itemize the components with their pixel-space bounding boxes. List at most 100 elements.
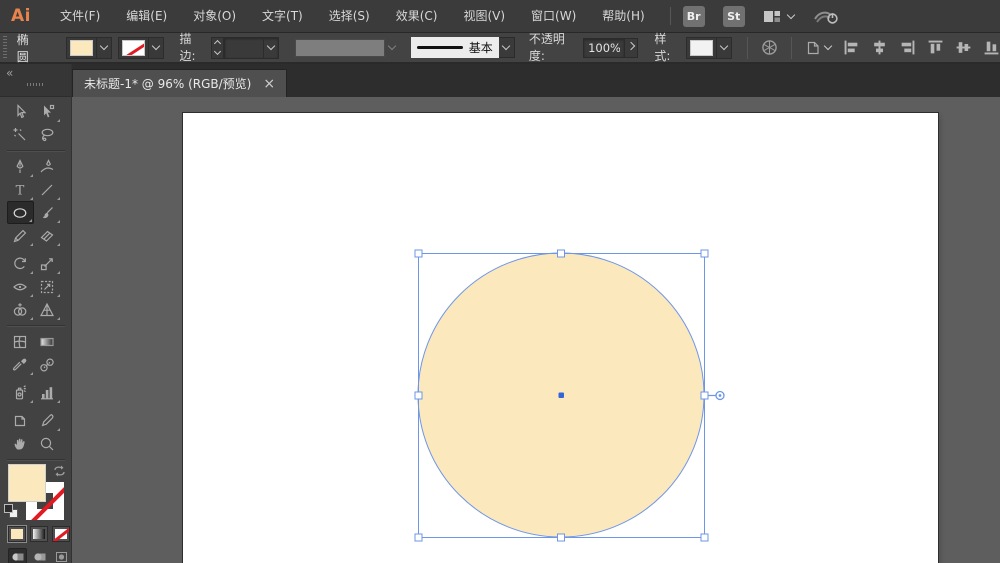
menu-window[interactable]: 窗口(W)	[518, 0, 589, 32]
style-control[interactable]	[686, 37, 732, 59]
menu-object[interactable]: 对象(O)	[180, 0, 249, 32]
brush-preview[interactable]: 基本	[411, 37, 499, 58]
menu-select[interactable]: 选择(S)	[316, 0, 383, 32]
align-middle-v-button[interactable]	[955, 39, 972, 56]
tools-panel-grip[interactable]	[27, 83, 45, 86]
bridge-button[interactable]: Br	[683, 6, 705, 27]
column-graph-tool[interactable]	[34, 381, 61, 404]
width-profile-dropdown[interactable]	[385, 39, 399, 57]
stepper-down-icon[interactable]	[214, 48, 221, 55]
stroke-weight-dropdown[interactable]	[263, 37, 278, 59]
color-button[interactable]	[8, 526, 26, 542]
selection-tool[interactable]	[7, 100, 34, 123]
document-tab[interactable]: 未标题-1* @ 96% (RGB/预览) ×	[72, 69, 287, 97]
stroke-color-dropdown[interactable]	[148, 37, 163, 59]
tools-divider	[7, 150, 65, 151]
mesh-tool[interactable]	[7, 330, 34, 353]
lasso-tool[interactable]	[34, 123, 61, 146]
object-center-point[interactable]	[559, 393, 565, 399]
menu-view[interactable]: 视图(V)	[450, 0, 518, 32]
menu-type[interactable]: 文字(T)	[249, 0, 316, 32]
align-top-button[interactable]	[927, 39, 944, 56]
menu-edit[interactable]: 编辑(E)	[113, 0, 180, 32]
tools-divider-3	[7, 459, 65, 460]
perspective-grid-tool[interactable]	[34, 298, 61, 321]
direct-selection-tool[interactable]	[34, 100, 61, 123]
opacity-input[interactable]	[583, 38, 625, 58]
swap-fill-stroke-icon[interactable]	[53, 465, 66, 477]
fill-color-dropdown[interactable]	[96, 37, 111, 59]
sync-settings-icon[interactable]	[814, 8, 838, 25]
handle-bottom-right[interactable]	[701, 534, 708, 541]
none-button[interactable]	[52, 526, 70, 542]
width-tool[interactable]	[7, 275, 34, 298]
chevron-down-icon	[824, 42, 832, 50]
blend-tool[interactable]	[34, 353, 61, 376]
stroke-weight-combo[interactable]	[224, 37, 279, 59]
line-segment-tool[interactable]	[34, 178, 61, 201]
handle-bottom-center[interactable]	[558, 534, 565, 541]
handle-top-left[interactable]	[415, 250, 422, 257]
menu-file[interactable]: 文件(F)	[47, 0, 113, 32]
hand-tool[interactable]	[7, 432, 34, 455]
canvas-pasteboard[interactable]	[72, 97, 1000, 563]
brush-dropdown[interactable]	[499, 37, 515, 58]
fill-color-swatch[interactable]	[70, 40, 93, 56]
control-bar-grip[interactable]	[3, 36, 7, 60]
recolor-artwork-button[interactable]	[757, 36, 782, 60]
stroke-color-swatch[interactable]	[122, 40, 145, 56]
draw-inside-button[interactable]	[52, 548, 71, 563]
handle-bottom-left[interactable]	[415, 534, 422, 541]
workspace-switcher[interactable]	[763, 9, 794, 24]
handle-middle-left[interactable]	[415, 392, 422, 399]
handle-top-right[interactable]	[701, 250, 708, 257]
rotate-tool[interactable]	[7, 252, 34, 275]
tools-panel: « T	[0, 64, 72, 563]
pen-tool[interactable]	[7, 155, 34, 178]
stepper-up-icon[interactable]	[214, 40, 221, 47]
handle-middle-right[interactable]	[701, 392, 708, 399]
menu-help[interactable]: 帮助(H)	[589, 0, 657, 32]
gradient-button[interactable]	[30, 526, 48, 542]
align-right-button[interactable]	[899, 39, 916, 56]
align-left-button[interactable]	[843, 39, 860, 56]
magic-wand-tool[interactable]	[7, 123, 34, 146]
fill-proxy-swatch[interactable]	[8, 464, 46, 502]
scale-tool[interactable]	[34, 252, 61, 275]
opacity-expand-button[interactable]	[625, 38, 638, 58]
draw-behind-button[interactable]	[30, 548, 49, 563]
align-bottom-button[interactable]	[983, 39, 1000, 56]
document-setup-button[interactable]	[801, 36, 835, 60]
gradient-tool[interactable]	[34, 330, 61, 353]
style-swatch[interactable]	[690, 40, 713, 56]
handle-top-center[interactable]	[558, 250, 565, 257]
style-panel-link[interactable]: 样式:	[654, 30, 681, 66]
menu-effect[interactable]: 效果(C)	[383, 0, 451, 32]
shape-builder-tool[interactable]	[7, 298, 34, 321]
close-tab-icon[interactable]: ×	[263, 77, 275, 91]
stroke-color-control[interactable]	[118, 37, 164, 59]
stroke-panel-link[interactable]: 描边:	[180, 30, 207, 66]
collapse-panel-button[interactable]: «	[6, 66, 13, 80]
zoom-tool[interactable]	[34, 432, 61, 455]
symbol-sprayer-tool[interactable]	[7, 381, 34, 404]
paintbrush-tool[interactable]	[34, 201, 61, 224]
eyedropper-tool[interactable]	[7, 353, 34, 376]
draw-normal-button[interactable]	[8, 548, 27, 563]
ellipse-tool[interactable]	[7, 201, 34, 224]
style-dropdown[interactable]	[716, 37, 731, 59]
slice-tool[interactable]	[34, 409, 61, 432]
brush-definition-combo[interactable]: 基本	[411, 37, 515, 58]
default-fill-stroke-icon[interactable]	[4, 504, 18, 518]
free-transform-tool[interactable]	[34, 275, 61, 298]
curvature-tool[interactable]	[34, 155, 61, 178]
type-tool[interactable]: T	[7, 178, 34, 201]
artboard-tool[interactable]	[7, 409, 34, 432]
stroke-weight-stepper[interactable]	[211, 37, 224, 59]
stock-button[interactable]: St	[723, 6, 745, 27]
fill-color-control[interactable]	[66, 37, 112, 59]
eraser-tool[interactable]	[34, 224, 61, 247]
align-center-h-button[interactable]	[871, 39, 888, 56]
pencil-tool[interactable]	[7, 224, 34, 247]
opacity-panel-link[interactable]: 不透明度:	[529, 30, 578, 66]
